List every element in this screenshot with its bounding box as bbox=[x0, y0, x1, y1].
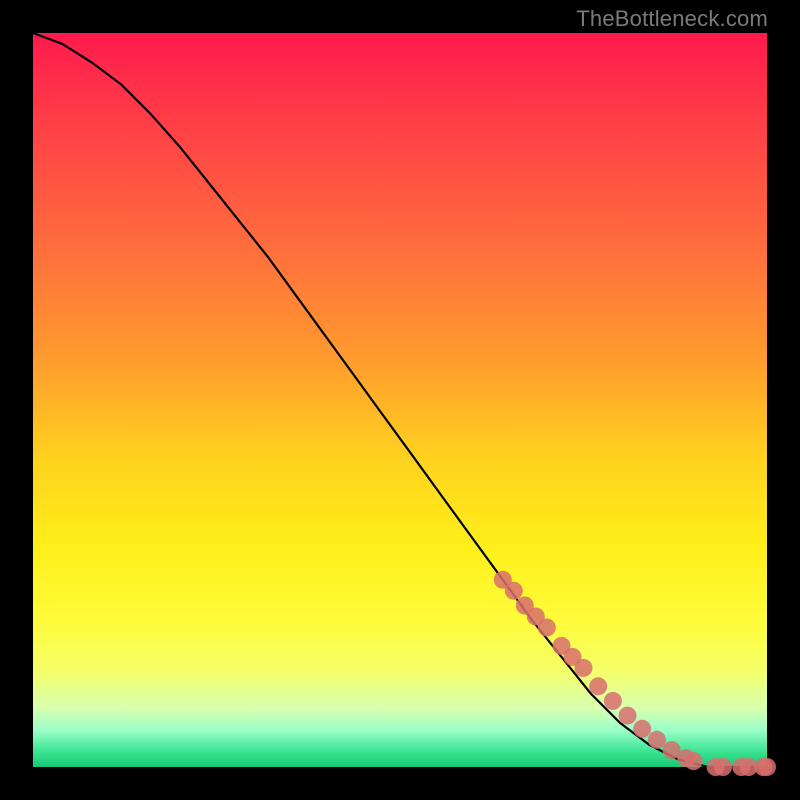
data-marker bbox=[633, 720, 651, 738]
curve-svg bbox=[33, 33, 767, 767]
data-marker bbox=[685, 752, 703, 770]
data-marker bbox=[589, 677, 607, 695]
data-marker bbox=[604, 692, 622, 710]
attribution-text: TheBottleneck.com bbox=[576, 6, 768, 32]
data-marker bbox=[505, 582, 523, 600]
data-marker bbox=[619, 707, 637, 725]
plot-area bbox=[33, 33, 767, 767]
data-marker bbox=[538, 619, 556, 637]
markers-group bbox=[494, 571, 776, 776]
chart-frame: TheBottleneck.com bbox=[0, 0, 800, 800]
data-marker bbox=[648, 731, 666, 749]
data-marker bbox=[758, 758, 776, 776]
data-marker bbox=[714, 758, 732, 776]
data-marker bbox=[575, 659, 593, 677]
bottleneck-curve bbox=[33, 33, 767, 767]
